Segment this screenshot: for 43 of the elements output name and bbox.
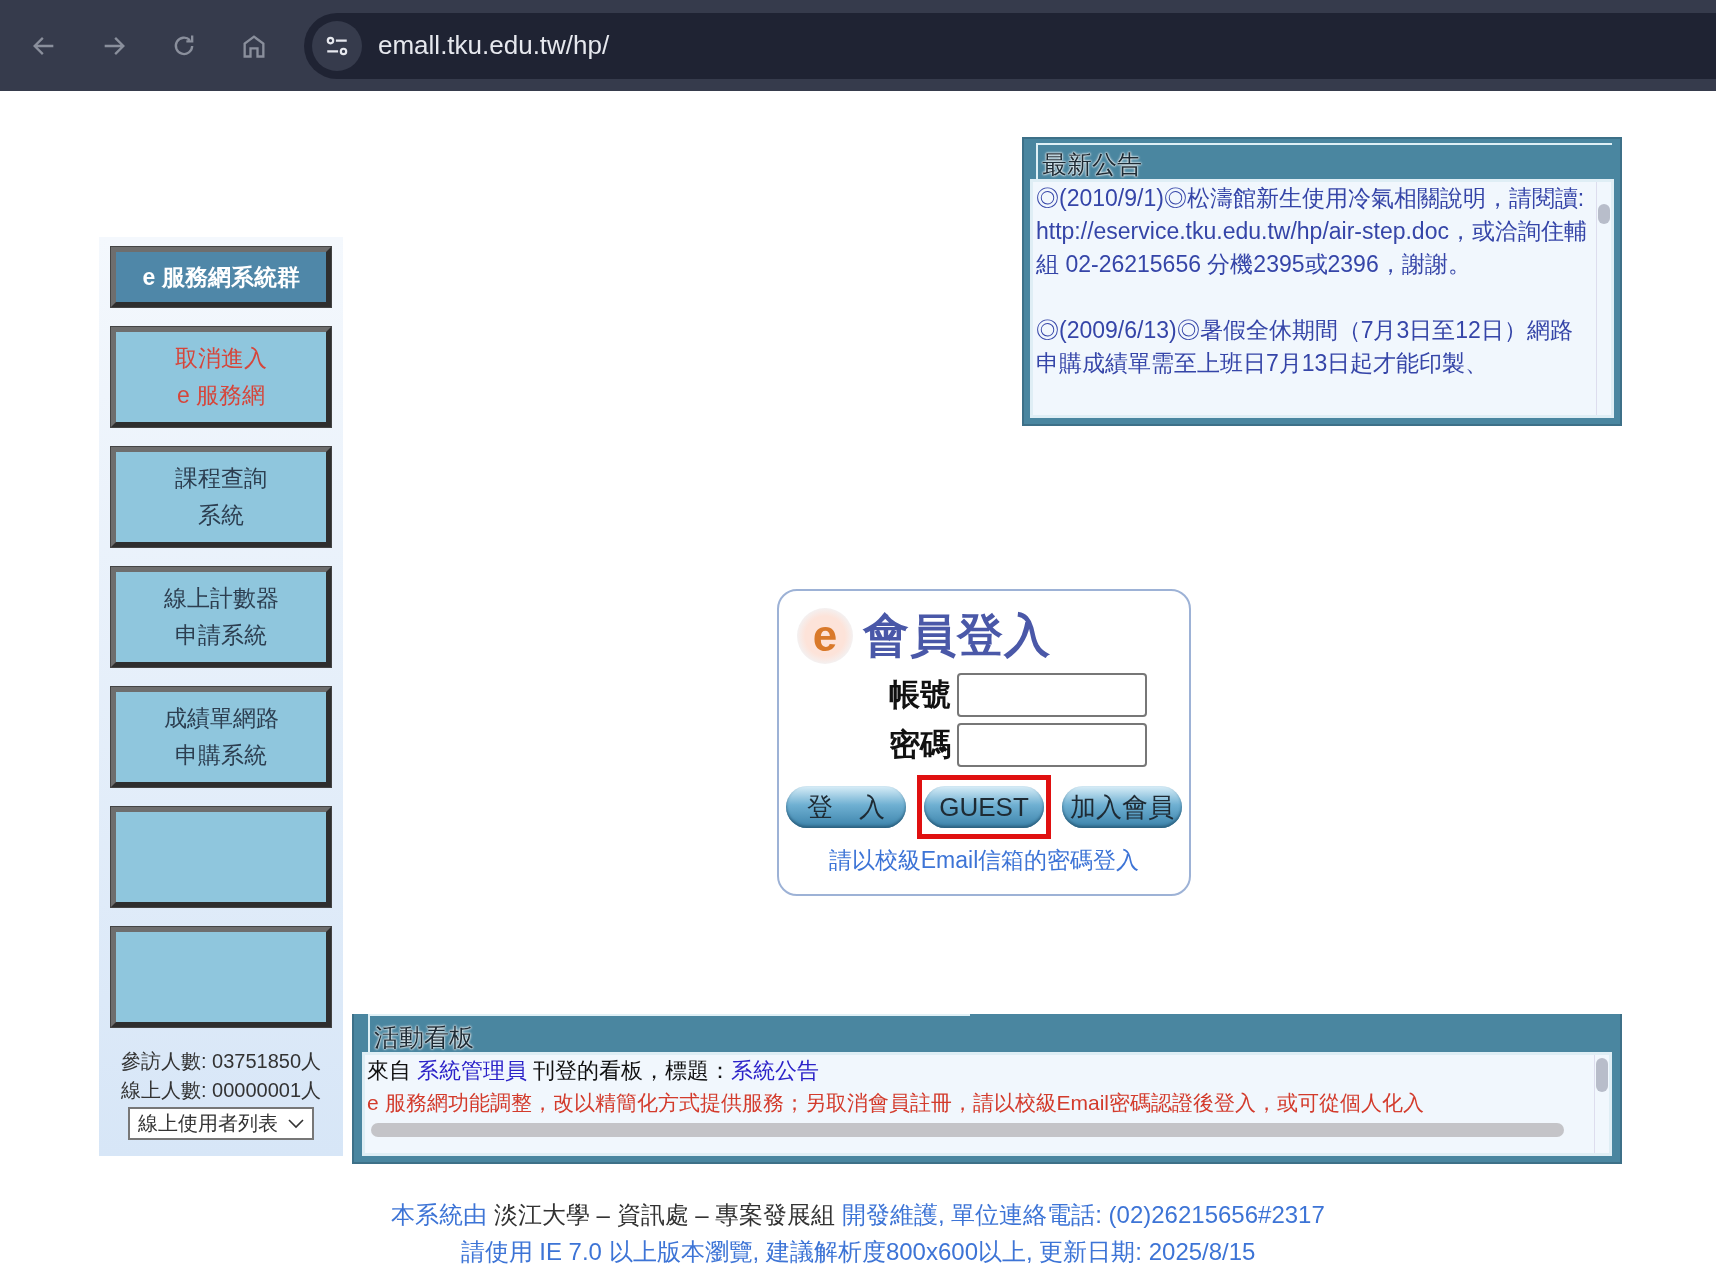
link[interactable]: 系統公告	[731, 1058, 820, 1083]
online-count: 線上人數: 00000001人	[119, 1078, 323, 1103]
menu-button-label: 申請系統	[175, 621, 267, 650]
menu-button-label: 申購系統	[175, 741, 267, 770]
post-header: 來自 系統管理員 刊登的看板，標題：系統公告	[367, 1057, 821, 1085]
menu-button-label: 取消進入	[175, 344, 267, 373]
menu-button[interactable]: 成績單網路 申購系統	[111, 687, 331, 787]
login-title: 會員登入	[863, 608, 1051, 663]
menu-header: e 服務網系統群	[111, 247, 331, 307]
account-field[interactable]	[957, 673, 1147, 717]
menu-button-label: 系統	[198, 501, 244, 530]
logo-icon: e	[797, 608, 853, 664]
menu-button-label: e 服務網	[176, 381, 266, 410]
login-button[interactable]: 登 入	[786, 786, 906, 828]
panel-title: 最新公告	[1041, 149, 1142, 179]
login-hint: 請以校級Email信箱的密碼登入	[828, 846, 1140, 875]
link[interactable]: 系統管理員	[417, 1058, 528, 1083]
field-label: 帳號	[888, 676, 951, 714]
announcement-text: ◎(2009/6/13)◎暑假全休期間（7月3日至12日）網路申購成績單需至上班日7月13日起才能印製、	[1036, 316, 1574, 378]
panel-title: 活動看板	[373, 1022, 474, 1052]
blank-menu-button[interactable]	[111, 927, 331, 1027]
visitor-count: 參訪人數: 03751850人	[119, 1049, 323, 1074]
announcement-text: ◎(2010/9/1)◎松濤館新生使用冷氣相關說明，請閱讀: http://eservice.tku.edu.tw/hp/air-step.doc，或洽詢住輔組 02-26215656 分機2395或2396，謝謝。	[1036, 184, 1588, 279]
menu-button[interactable]: 線上計數器 申請系統	[111, 567, 331, 667]
address-bar[interactable]: emall.tku.edu.tw/hp/	[304, 12, 1716, 79]
blank-menu-button[interactable]	[111, 807, 331, 907]
scrollbar-thumb[interactable]	[1598, 204, 1610, 224]
menu-button[interactable]: 課程查詢 系統	[111, 447, 331, 547]
chevron-down-icon	[288, 1118, 304, 1129]
scrollbar-thumb[interactable]	[1596, 1058, 1608, 1092]
horizontal-scrollbar[interactable]	[371, 1123, 1564, 1137]
menu-button-label: 成績單網路	[163, 704, 279, 733]
url-text: emall.tku.edu.tw/hp/	[378, 30, 610, 61]
online-users-dropdown[interactable]: 線上使用者列表	[128, 1107, 314, 1140]
menu-button-label: 課程查詢	[175, 464, 267, 493]
field-label: 密碼	[888, 726, 951, 764]
footer-text: 請使用 IE 7.0 以上版本瀏覽, 建議解析度800x600以上, 更新日期: 2025/8/15	[460, 1237, 1256, 1267]
menu-button-label: 線上計數器	[163, 584, 279, 613]
post-message: e 服務網功能調整，改以精簡化方式提供服務；另取消會員註冊，請以校級Email密碼認證後登入，或可從個人化入	[367, 1090, 1426, 1116]
password-field[interactable]	[957, 723, 1147, 767]
login-button[interactable]: GUEST	[924, 786, 1044, 828]
login-button[interactable]: 加入會員	[1062, 786, 1182, 828]
footer-text: 本系統由 淡江大學 – 資訊處 – 專案發展組 開發維護, 單位連絡電話: (02)26215656#2317	[391, 1200, 1325, 1230]
